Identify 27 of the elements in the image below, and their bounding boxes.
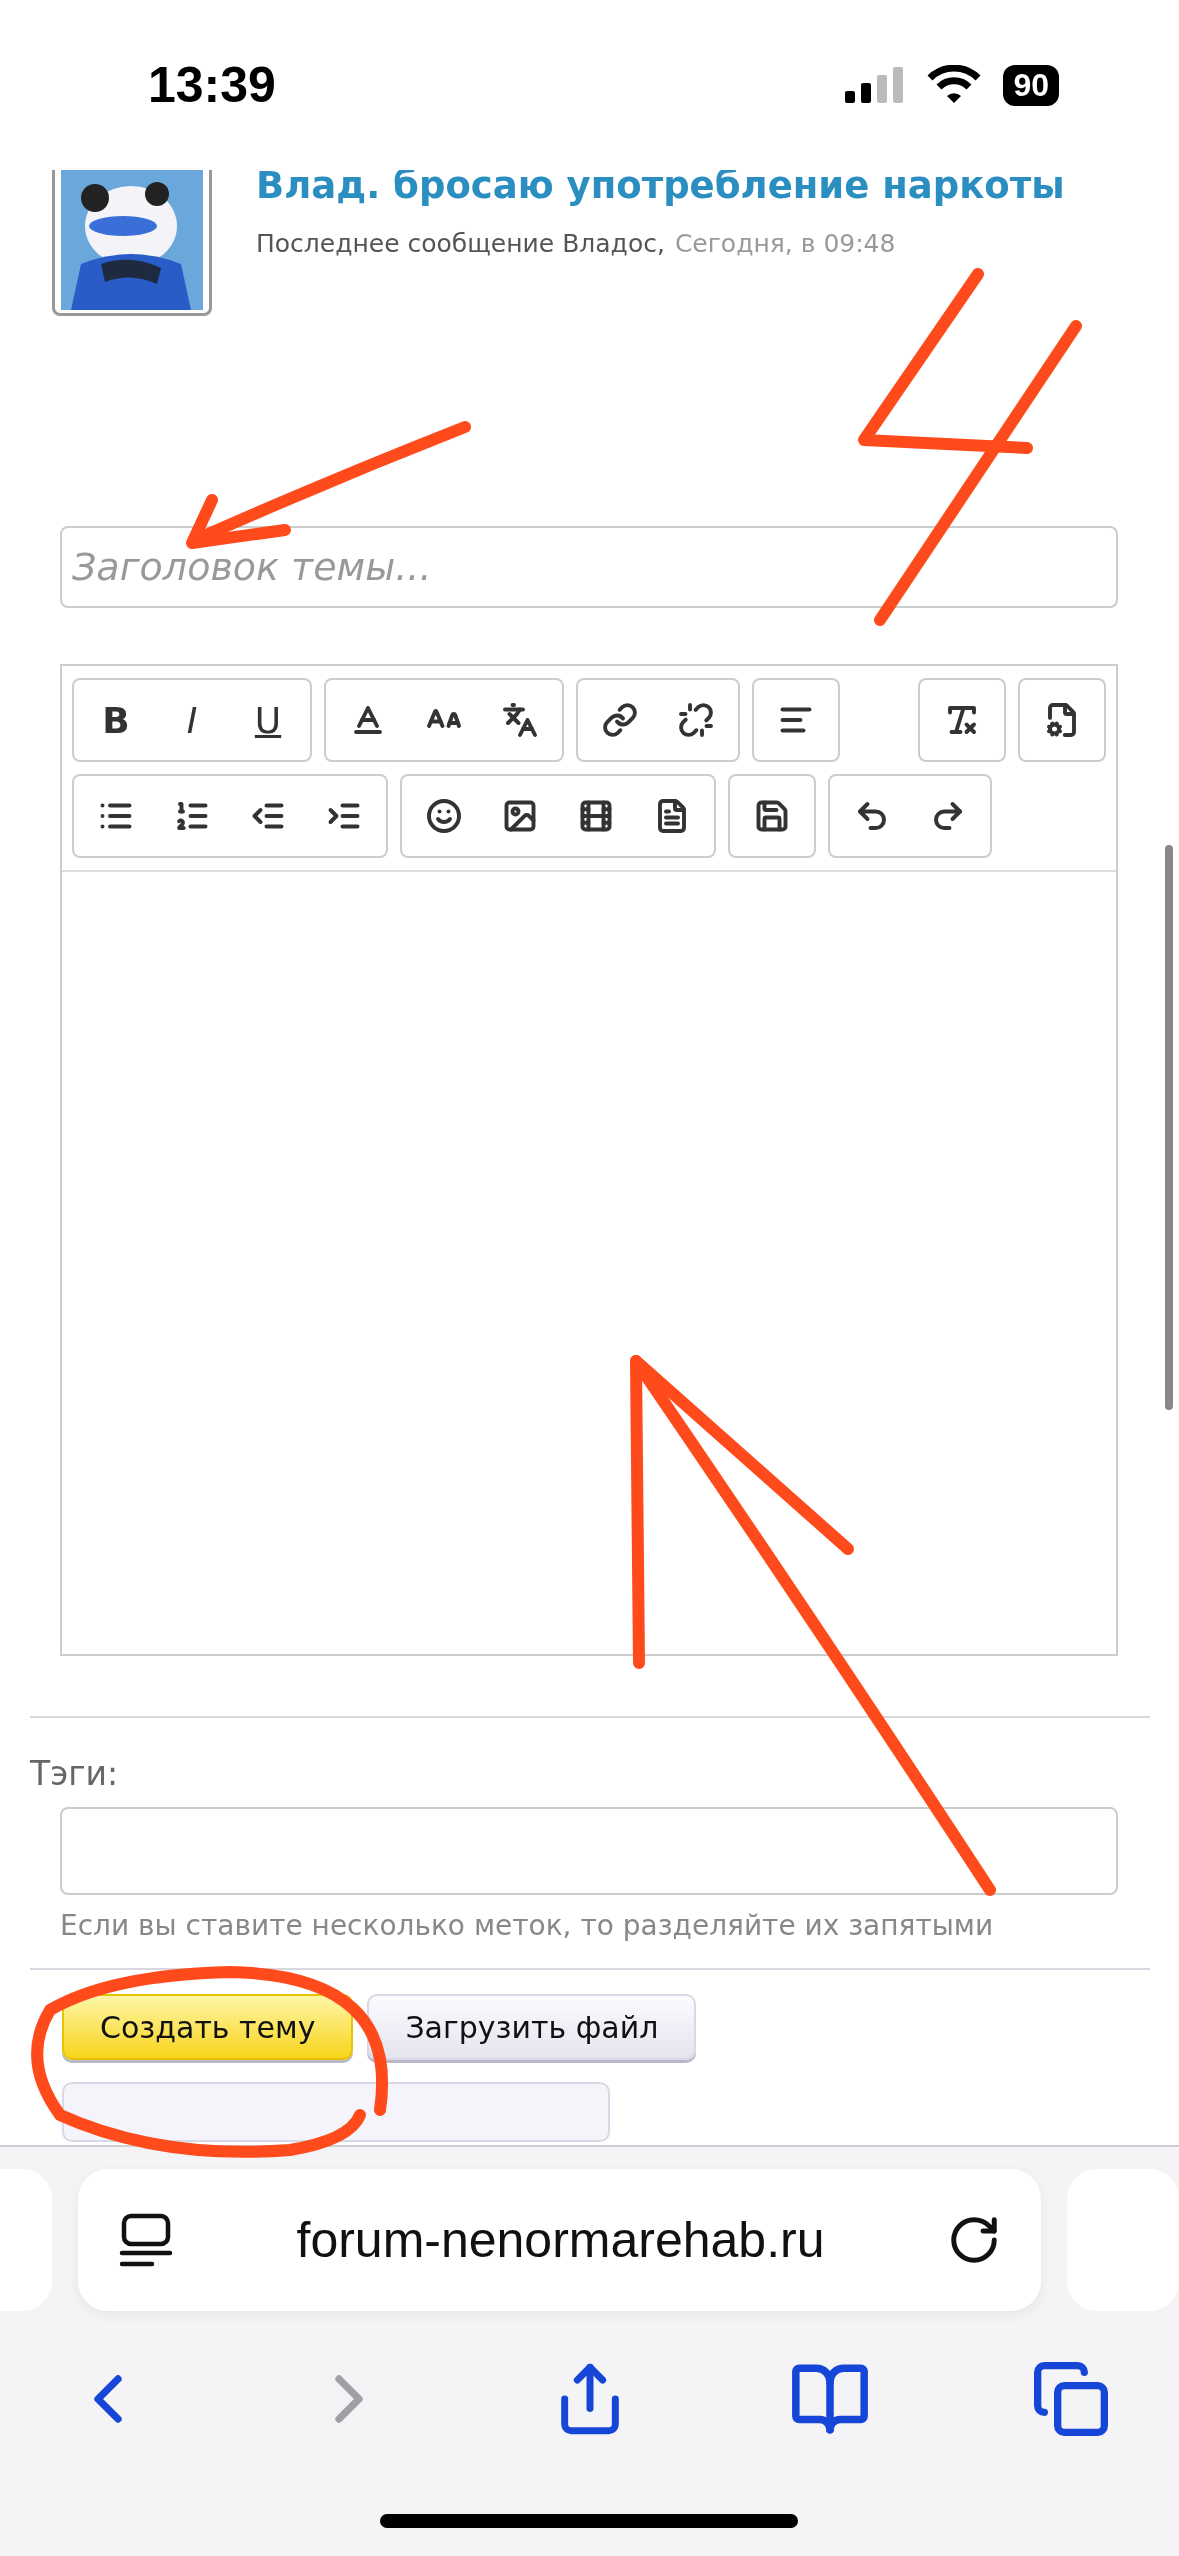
tags-field[interactable] (60, 1807, 1118, 1895)
button[interactable] (62, 2082, 610, 2142)
post-date: Сегодня, в 09:48 (674, 229, 896, 258)
tags-hint: Если вы ставите несколько меток, то разделяйте их запятыми (60, 1909, 995, 1942)
page-menu-icon (118, 2212, 175, 2268)
wifi-icon (927, 65, 982, 105)
create-topic-button[interactable]: Создать тему (62, 1994, 354, 2060)
address-bar[interactable]: forum-nenormarehab.ru (78, 2169, 1041, 2311)
smiley-icon (426, 798, 462, 834)
link-icon (602, 702, 638, 738)
clock: 13:39 (148, 56, 276, 114)
signal-icon (845, 67, 906, 103)
bold-button[interactable]: B (78, 682, 154, 758)
save-icon (754, 798, 790, 834)
translit-icon (502, 702, 538, 738)
scrollbar[interactable] (1165, 845, 1173, 1410)
underline-button[interactable]: U (230, 682, 306, 758)
topic-title-field[interactable]: Заголовок темы... (60, 526, 1118, 608)
image-icon (502, 798, 538, 834)
unlink-icon (678, 702, 714, 738)
tags-label: Тэги: (30, 1754, 120, 1793)
last-post-text: Последнее сообщение Владос, (256, 229, 665, 258)
battery-level: 90 (1003, 64, 1059, 106)
upload-file-button[interactable]: Загрузить файл (367, 1994, 697, 2060)
media-icon (578, 798, 614, 834)
italic-button[interactable]: I (154, 682, 230, 758)
url-text: forum-nenormarehab.ru (296, 2211, 825, 2269)
